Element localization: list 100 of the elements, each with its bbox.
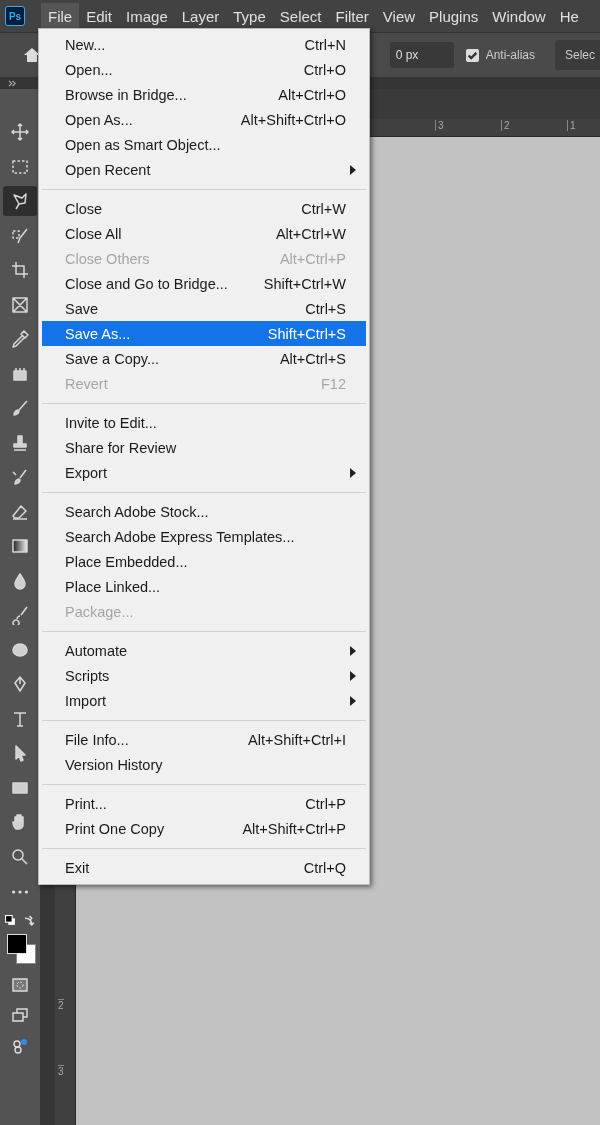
menu-item-label: Save As... [65,325,132,342]
submenu-arrow-icon [350,645,356,656]
menu-item[interactable]: Image [119,3,175,29]
menu-item[interactable]: Window [485,3,553,29]
menu-item-label: Open As... [65,111,134,128]
shortcut-label: Ctrl+O [303,61,346,78]
size-field[interactable]: 0 px [389,42,454,68]
menu-item[interactable]: Save a Copy... Alt+Ctrl+S [42,346,366,371]
menu-item[interactable]: He [552,3,586,29]
menu-item[interactable]: Automate [42,638,366,663]
shortcut-label: Ctrl+P [305,795,346,812]
tool-button[interactable] [3,186,37,216]
menu-item-label: Package... [65,603,135,620]
menu-item-label: Share for Review [65,439,178,456]
screen-mode-icon[interactable] [10,1005,30,1025]
brush-icon [10,398,30,418]
menu-item-label: Place Linked... [65,578,162,595]
menu-item-label: Print One Copy [65,820,166,837]
menu-item[interactable]: Open... Ctrl+O [42,57,366,82]
menu-item-label: Revert [65,375,109,392]
menu-item-label: Close and Go to Bridge... [65,275,229,292]
menu-item[interactable]: Save As... Shift+Ctrl+S [42,321,366,346]
menu-item-label: Invite to Edit... [65,414,158,431]
select-button[interactable]: Selec [555,40,600,70]
shortcut-label: F12 [321,375,346,392]
ruler-label: 2 [58,999,64,1011]
menu-item[interactable]: Version History [42,752,366,777]
menu-item[interactable]: Search Adobe Stock... [42,499,366,524]
menu-item-label: Place Embedded... [65,553,189,570]
swap-icon[interactable] [24,914,35,926]
menu-item[interactable]: Search Adobe Express Templates... [42,524,366,549]
menu-item[interactable]: Scripts [42,663,366,688]
eyedropper-icon [10,329,30,349]
frame-icon [10,294,30,315]
menu-item[interactable]: Place Linked... [42,574,366,599]
ruler-label: 3 [435,120,444,131]
menu-item-label: Search Adobe Express Templates... [65,528,296,545]
menu-item[interactable]: Open As... Alt+Shift+Ctrl+O [42,107,366,132]
menu-item[interactable]: Exit Ctrl+Q [42,855,366,880]
menu-item-label: Save a Copy... [65,350,161,367]
crop-icon [10,260,30,280]
menu-item[interactable]: File [41,3,80,29]
gradient-icon [10,536,30,556]
menu-item[interactable]: Invite to Edit... [42,410,366,435]
checkbox-label: Anti-alias [485,48,535,62]
shortcut-label: Ctrl+N [304,36,346,53]
menu-item[interactable]: Place Embedded... [42,549,366,574]
menu-item-label: Open... [65,61,114,78]
menu-item-label: Open Recent [65,161,152,178]
menu-item[interactable]: Share for Review [42,435,366,460]
menu-item[interactable]: View [375,3,423,29]
menu-item[interactable]: Select [272,3,329,29]
ruler-label: 2 [501,120,510,131]
color-swatches-icon[interactable] [5,934,35,964]
stamp-icon [10,432,30,453]
menu-item-label: Import [65,692,108,709]
shortcut-label: Alt+Shift+Ctrl+P [242,820,346,837]
shortcut-label: Alt+Shift+Ctrl+O [240,111,346,128]
brush-icon [10,605,30,625]
menu-item-label: Version History [65,756,164,773]
ruler-label: 3 [58,1065,64,1077]
menu-item[interactable]: Browse in Bridge... Alt+Ctrl+O [42,82,366,107]
menu-item[interactable]: Import [42,688,366,713]
shortcut-label: Alt+Ctrl+P [279,250,346,267]
submenu-arrow-icon [350,670,356,681]
menu-item[interactable]: Close and Go to Bridge... Shift+Ctrl+W [42,271,366,296]
search-icon [10,846,30,867]
shortcut-label: Alt+Ctrl+S [279,350,346,367]
menu-item-label: New... [65,36,107,53]
menu-item[interactable]: Export [42,460,366,485]
menu-item[interactable]: Open as Smart Object... [42,132,366,157]
menu-item-label: Save [65,300,100,317]
menu-item-label: Scripts [65,667,111,684]
default-colors-icon[interactable] [5,914,16,926]
menu-item-label: Close All [65,225,123,242]
menu-item-label: Print... [65,795,108,812]
shortcut-label: Ctrl+W [301,200,346,217]
lasso-icon [10,191,30,211]
menu-item[interactable]: Print... Ctrl+P [42,791,366,816]
menu-item[interactable]: Type [226,3,273,29]
anti-alias-checkbox[interactable] [465,48,479,62]
menu-item-label: File Info... [65,731,130,748]
shortcut-label: Alt+Shift+Ctrl+I [248,731,346,748]
menu-item[interactable]: Open Recent [42,157,366,182]
menu-item[interactable]: Close All Alt+Ctrl+W [42,221,366,246]
menu-item[interactable]: Filter [328,3,376,29]
menu-item[interactable]: Print One Copy Alt+Shift+Ctrl+P [42,816,366,841]
submenu-arrow-icon [350,467,356,478]
menu-item[interactable]: Save Ctrl+S [42,296,366,321]
menu-item-label: Browse in Bridge... [65,86,188,103]
shortcut-label: Alt+Ctrl+O [278,86,346,103]
menu-item-label: Exit [65,859,91,876]
menu-item[interactable]: File Info... Alt+Shift+Ctrl+I [42,727,366,752]
shortcut-label: Alt+Ctrl+W [275,225,346,242]
menu-item[interactable]: Layer [174,3,227,29]
menu-item[interactable]: New... Ctrl+N [42,32,366,57]
menu-item[interactable]: Edit [79,3,120,29]
menu-item[interactable]: Plugins [422,3,486,29]
menu-item[interactable]: Close Ctrl+W [42,196,366,221]
collapse-icon[interactable] [8,79,17,87]
